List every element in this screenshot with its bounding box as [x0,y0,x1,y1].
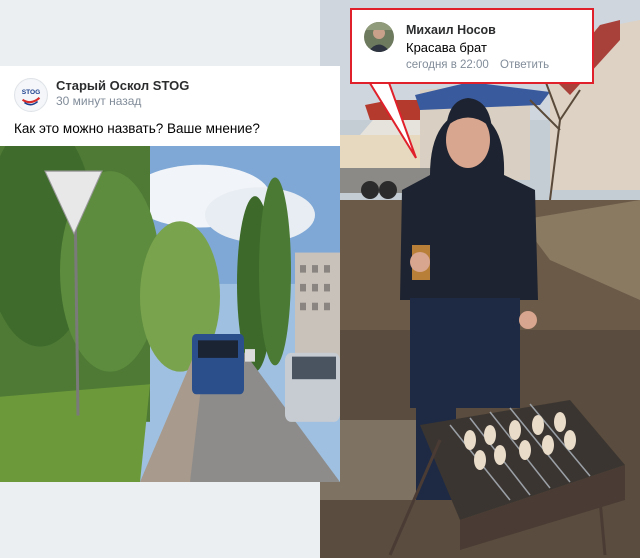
comment-author[interactable]: Михаил Носов [406,23,496,37]
comment-card: Михаил Носов Красава брат сегодня в 22:0… [350,8,594,84]
stog-logo-icon[interactable]: STOG [14,78,48,112]
stog-logo-text: STOG [22,89,41,96]
comment-timestamp[interactable]: сегодня в 22:00 [406,59,489,71]
user-avatar-icon[interactable] [364,22,394,52]
post-photo[interactable] [0,146,340,482]
post-author[interactable]: Старый Оскол STOG [56,78,189,93]
post-text: Как это можно назвать? Ваше мнение? [14,121,260,136]
reply-button[interactable]: Ответить [500,59,549,71]
post-card: STOG Старый Оскол STOG 30 минут назад Ка… [0,66,340,482]
post-timestamp[interactable]: 30 минут назад [56,94,141,108]
comment-text: Красава брат [406,40,487,55]
background-top [0,0,320,66]
